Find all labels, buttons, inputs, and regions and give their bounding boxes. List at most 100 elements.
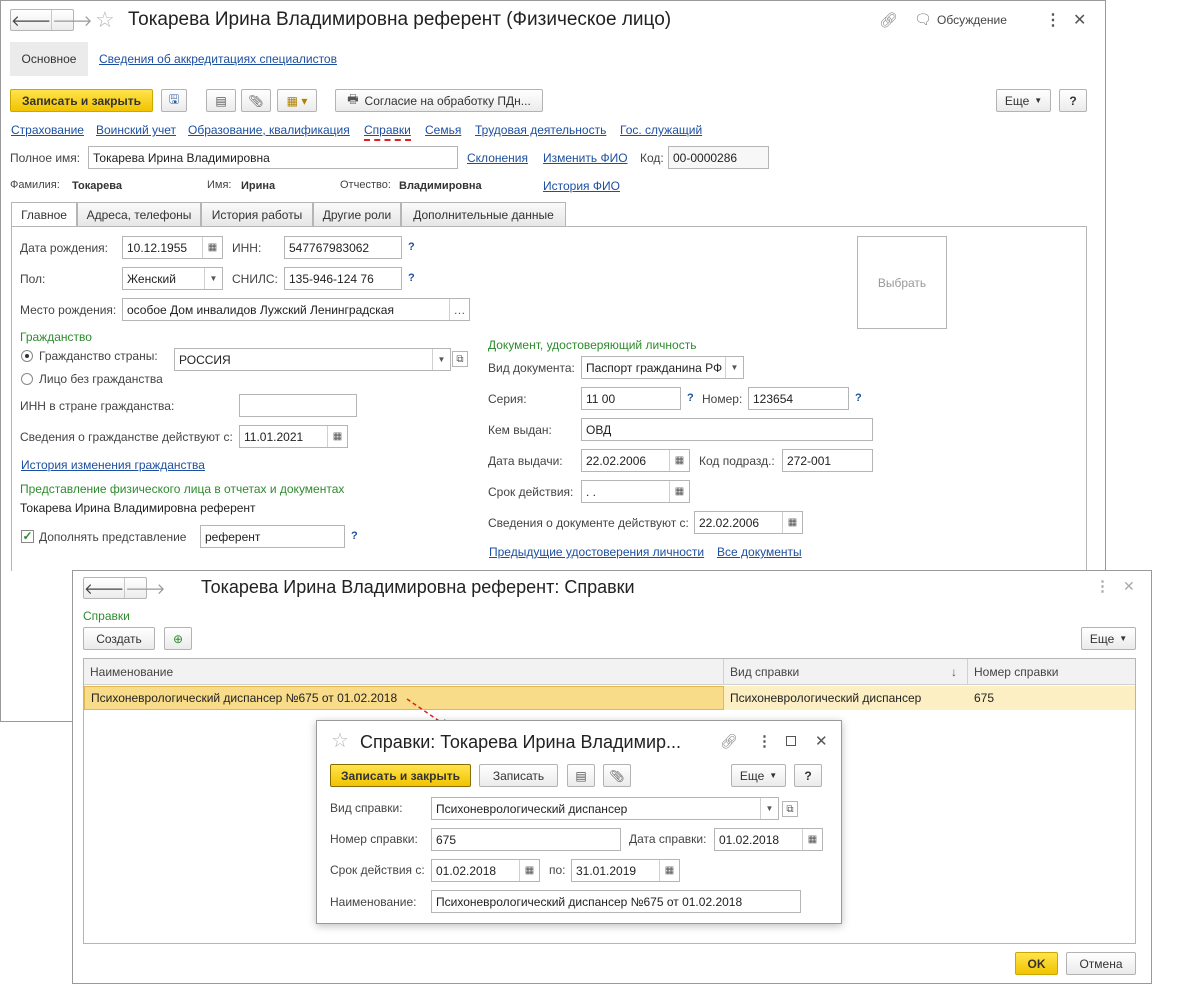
- open-icon[interactable]: ⧉: [782, 801, 798, 817]
- close-icon[interactable]: ✕: [1123, 578, 1135, 595]
- dialog-more-button[interactable]: Еще ▼: [731, 764, 786, 787]
- supplement-checkbox[interactable]: ✓: [21, 530, 34, 543]
- cancel-button[interactable]: Отмена: [1066, 952, 1136, 975]
- calendar-icon[interactable]: ▦: [782, 512, 802, 533]
- calendar-icon[interactable]: ▦: [669, 481, 689, 502]
- chevron-down-icon[interactable]: ▼: [760, 798, 778, 819]
- tab-work-history[interactable]: История работы: [201, 202, 313, 227]
- chevron-down-icon[interactable]: ▼: [725, 357, 743, 378]
- more-menu-icon[interactable]: ⋮: [1045, 10, 1061, 30]
- calendar-icon[interactable]: ▦: [669, 450, 689, 471]
- close-icon[interactable]: ✕: [815, 732, 828, 750]
- attach-icon[interactable]: 📎︎: [603, 764, 631, 787]
- link-insurance[interactable]: Страхование: [11, 123, 84, 137]
- link-family[interactable]: Семья: [425, 123, 461, 137]
- kind-field[interactable]: Психоневрологический диспансер ▼: [431, 797, 779, 820]
- maximize-icon[interactable]: [786, 736, 796, 746]
- close-icon[interactable]: ✕: [1073, 10, 1086, 30]
- valid-until-field[interactable]: . . ▦: [581, 480, 690, 503]
- citizenship-since-field[interactable]: 11.01.2021 ▦: [239, 425, 348, 448]
- fio-history-link[interactable]: История ФИО: [543, 179, 620, 193]
- attach-icon[interactable]: 📎︎: [241, 89, 271, 112]
- save-icon[interactable]: 🖫: [161, 89, 187, 112]
- dialog-help-button[interactable]: ?: [794, 764, 822, 787]
- tab-additional[interactable]: Дополнительные данные: [401, 202, 566, 227]
- row-name-cell[interactable]: Психоневрологический диспансер №675 от 0…: [84, 686, 724, 710]
- back-icon[interactable]: 🡐: [84, 578, 124, 598]
- more-menu-icon[interactable]: ⋮: [757, 732, 772, 750]
- link-education[interactable]: Образование, квалификация: [188, 123, 350, 137]
- sex-select[interactable]: Женский ▼: [122, 267, 223, 290]
- number-field[interactable]: 123654: [748, 387, 849, 410]
- link-icon[interactable]: 🔗︎: [720, 733, 738, 750]
- row-number-cell[interactable]: 675: [968, 686, 1135, 710]
- row-kind-cell[interactable]: Психоневрологический диспансер: [724, 686, 968, 710]
- inn-help-icon[interactable]: ?: [408, 241, 415, 253]
- chevron-down-icon[interactable]: ▼: [204, 268, 222, 289]
- discussion-label[interactable]: Обсуждение: [937, 13, 1007, 27]
- full-name-field[interactable]: Токарева Ирина Владимировна: [88, 146, 458, 169]
- tab-main[interactable]: Основное: [10, 42, 88, 76]
- document-icon[interactable]: ▤: [567, 764, 595, 787]
- calendar-icon[interactable]: ▦: [802, 829, 822, 850]
- inn-field[interactable]: 547767983062: [284, 236, 402, 259]
- birth-date-field[interactable]: 10.12.1955 ▦: [122, 236, 223, 259]
- photo-box[interactable]: Выбрать: [857, 236, 947, 329]
- declensions-link[interactable]: Склонения: [467, 151, 528, 165]
- forward-icon[interactable]: 🡒: [51, 10, 92, 30]
- prev-docs-link[interactable]: Предыдущие удостоверения личности: [489, 545, 704, 559]
- forward-icon[interactable]: 🡒: [124, 578, 165, 598]
- ellipsis-icon[interactable]: …: [449, 299, 469, 320]
- open-icon[interactable]: ⧉: [452, 351, 468, 367]
- radio-country[interactable]: [21, 350, 33, 362]
- snils-help-icon[interactable]: ?: [408, 272, 415, 284]
- series-field[interactable]: 11 00: [581, 387, 681, 410]
- consent-button[interactable]: 🖶︎ Согласие на обработку ПДн...: [335, 89, 543, 112]
- column-header-number[interactable]: Номер справки: [968, 659, 1135, 685]
- number-field[interactable]: 675: [431, 828, 621, 851]
- list-more-button[interactable]: Еще ▼: [1081, 627, 1136, 650]
- inn-foreign-field[interactable]: [239, 394, 357, 417]
- doc-kind-field[interactable]: Паспорт гражданина РФ ▼: [581, 356, 744, 379]
- code-field[interactable]: 00-0000286: [668, 146, 769, 169]
- back-icon[interactable]: 🡐: [11, 10, 51, 30]
- column-header-name[interactable]: Наименование: [84, 659, 724, 685]
- dept-code-field[interactable]: 272-001: [782, 449, 873, 472]
- save-close-button[interactable]: Записать и закрыть: [10, 89, 153, 112]
- birth-place-field[interactable]: особое Дом инвалидов Лужский Ленинградск…: [122, 298, 470, 321]
- calendar-icon[interactable]: ▦: [327, 426, 347, 447]
- tab-accreditation[interactable]: Сведения об аккредитациях специалистов: [99, 52, 337, 66]
- add-copy-icon[interactable]: ⊕: [164, 627, 192, 650]
- name-field[interactable]: Психоневрологический диспансер №675 от 0…: [431, 890, 801, 913]
- dialog-save-close-button[interactable]: Записать и закрыть: [330, 764, 471, 787]
- number-help-icon[interactable]: ?: [855, 392, 862, 404]
- calendar-icon[interactable]: ▦: [659, 860, 679, 881]
- citizenship-history-link[interactable]: История изменения гражданства: [21, 458, 205, 472]
- favorite-star-icon[interactable]: ☆: [95, 9, 115, 31]
- supplement-help-icon[interactable]: ?: [351, 530, 358, 542]
- help-button[interactable]: ?: [1059, 89, 1087, 112]
- series-help-icon[interactable]: ?: [687, 392, 694, 404]
- supplement-field[interactable]: референт: [200, 525, 345, 548]
- more-menu-icon[interactable]: ⋮: [1095, 577, 1110, 595]
- ok-button[interactable]: OK: [1015, 952, 1058, 975]
- column-header-kind[interactable]: Вид справки ↓: [724, 659, 968, 685]
- link-certificates[interactable]: Справки: [364, 123, 411, 141]
- snils-field[interactable]: 135-946-124 76: [284, 267, 402, 290]
- document-icon[interactable]: ▤: [206, 89, 236, 112]
- discussion-icon[interactable]: 🗨︎: [914, 11, 932, 28]
- print-menu-icon[interactable]: ▦ ▾: [277, 89, 317, 112]
- table-row[interactable]: Психоневрологический диспансер №675 от 0…: [84, 686, 1135, 710]
- calendar-icon[interactable]: ▦: [202, 237, 222, 258]
- issue-date-field[interactable]: 22.02.2006 ▦: [581, 449, 690, 472]
- all-docs-link[interactable]: Все документы: [717, 545, 802, 559]
- tab-general[interactable]: Главное: [11, 202, 77, 227]
- change-fio-link[interactable]: Изменить ФИО: [543, 151, 628, 165]
- valid-to-field[interactable]: 31.01.2019 ▦: [571, 859, 680, 882]
- tab-other-roles[interactable]: Другие роли: [313, 202, 401, 227]
- valid-from-field[interactable]: 01.02.2018 ▦: [431, 859, 540, 882]
- chevron-down-icon[interactable]: ▼: [432, 349, 450, 370]
- date-field[interactable]: 01.02.2018 ▦: [714, 828, 823, 851]
- link-civil-servant[interactable]: Гос. служащий: [620, 123, 702, 137]
- more-button[interactable]: Еще ▼: [996, 89, 1051, 112]
